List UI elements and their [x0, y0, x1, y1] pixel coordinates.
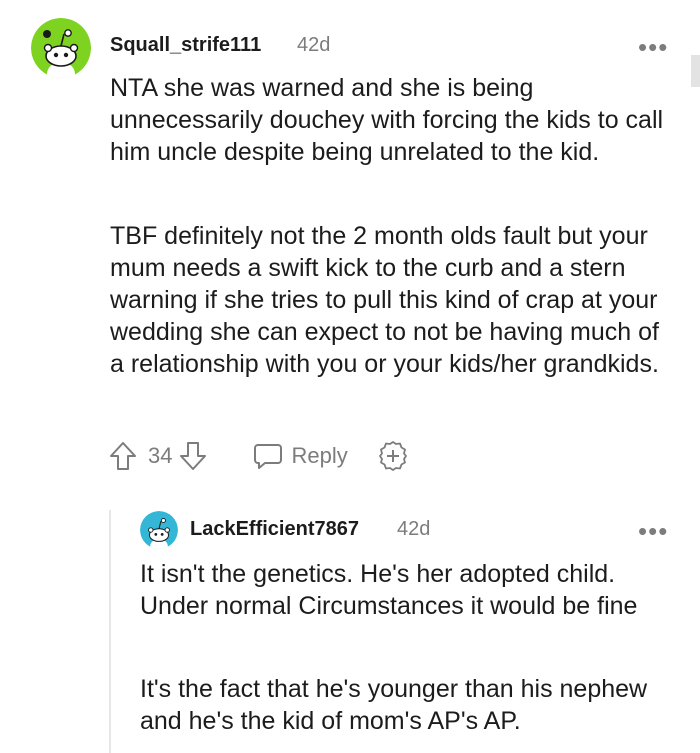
comment-age: 42d: [397, 518, 431, 540]
comment-actions: 34 Reply: [108, 438, 410, 474]
comment-paragraph: NTA she was warned and she is being unne…: [110, 74, 664, 166]
username[interactable]: LackEfficient7867: [190, 518, 359, 541]
reply-label: Reply: [291, 443, 348, 468]
more-options-icon[interactable]: •••: [638, 518, 668, 544]
reply-paragraph: It isn't the genetics. He's her adopted …: [140, 560, 638, 620]
more-options-icon[interactable]: •••: [638, 34, 668, 60]
comment-paragraph: TBF definitely not the 2 month olds faul…: [110, 222, 659, 378]
reply-button[interactable]: Reply: [253, 441, 348, 471]
comment-age: 42d: [297, 34, 331, 56]
username[interactable]: Squall_strife111: [110, 34, 261, 57]
scrollbar-thumb[interactable]: [691, 55, 700, 87]
reply-paragraph: It's the fact that he's younger than his…: [140, 675, 648, 735]
vote-count: 34: [148, 443, 173, 468]
reddit-snoo-icon: [140, 511, 178, 549]
award-icon[interactable]: [376, 439, 410, 473]
upvote-icon[interactable]: [108, 440, 138, 472]
thread-line[interactable]: [109, 510, 111, 753]
downvote-icon[interactable]: [178, 440, 208, 472]
reddit-snoo-icon: [31, 18, 91, 78]
comment-bubble-icon: [253, 441, 283, 471]
avatar[interactable]: [140, 511, 178, 549]
avatar[interactable]: [31, 18, 91, 78]
